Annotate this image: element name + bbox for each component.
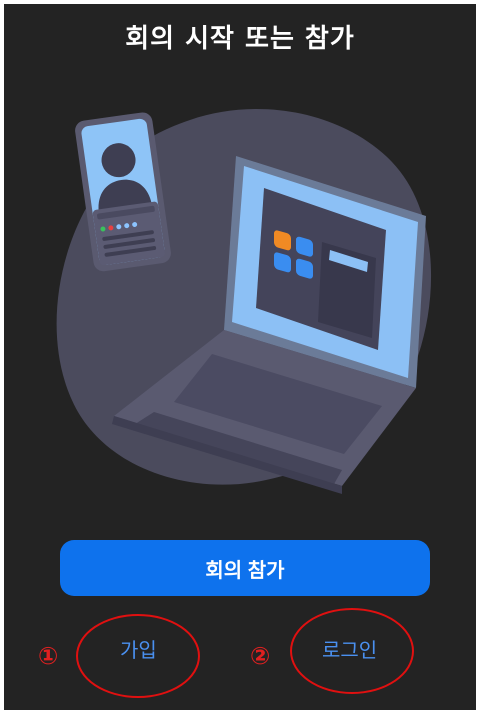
signup-link[interactable]: 가입 — [120, 634, 157, 663]
join-meeting-button[interactable]: 회의 참가 — [60, 540, 430, 596]
app-screen: 회의 시작 또는 참가 회의 참가 ① 가입 ② 로그인 — [4, 4, 476, 710]
page-title: 회의 시작 또는 참가 — [125, 24, 355, 54]
annotation-marker-2: ② — [250, 642, 271, 670]
login-link[interactable]: 로그인 — [322, 634, 377, 663]
video-meeting-illustration-icon — [56, 109, 432, 494]
annotation-marker-1: ① — [38, 642, 59, 670]
